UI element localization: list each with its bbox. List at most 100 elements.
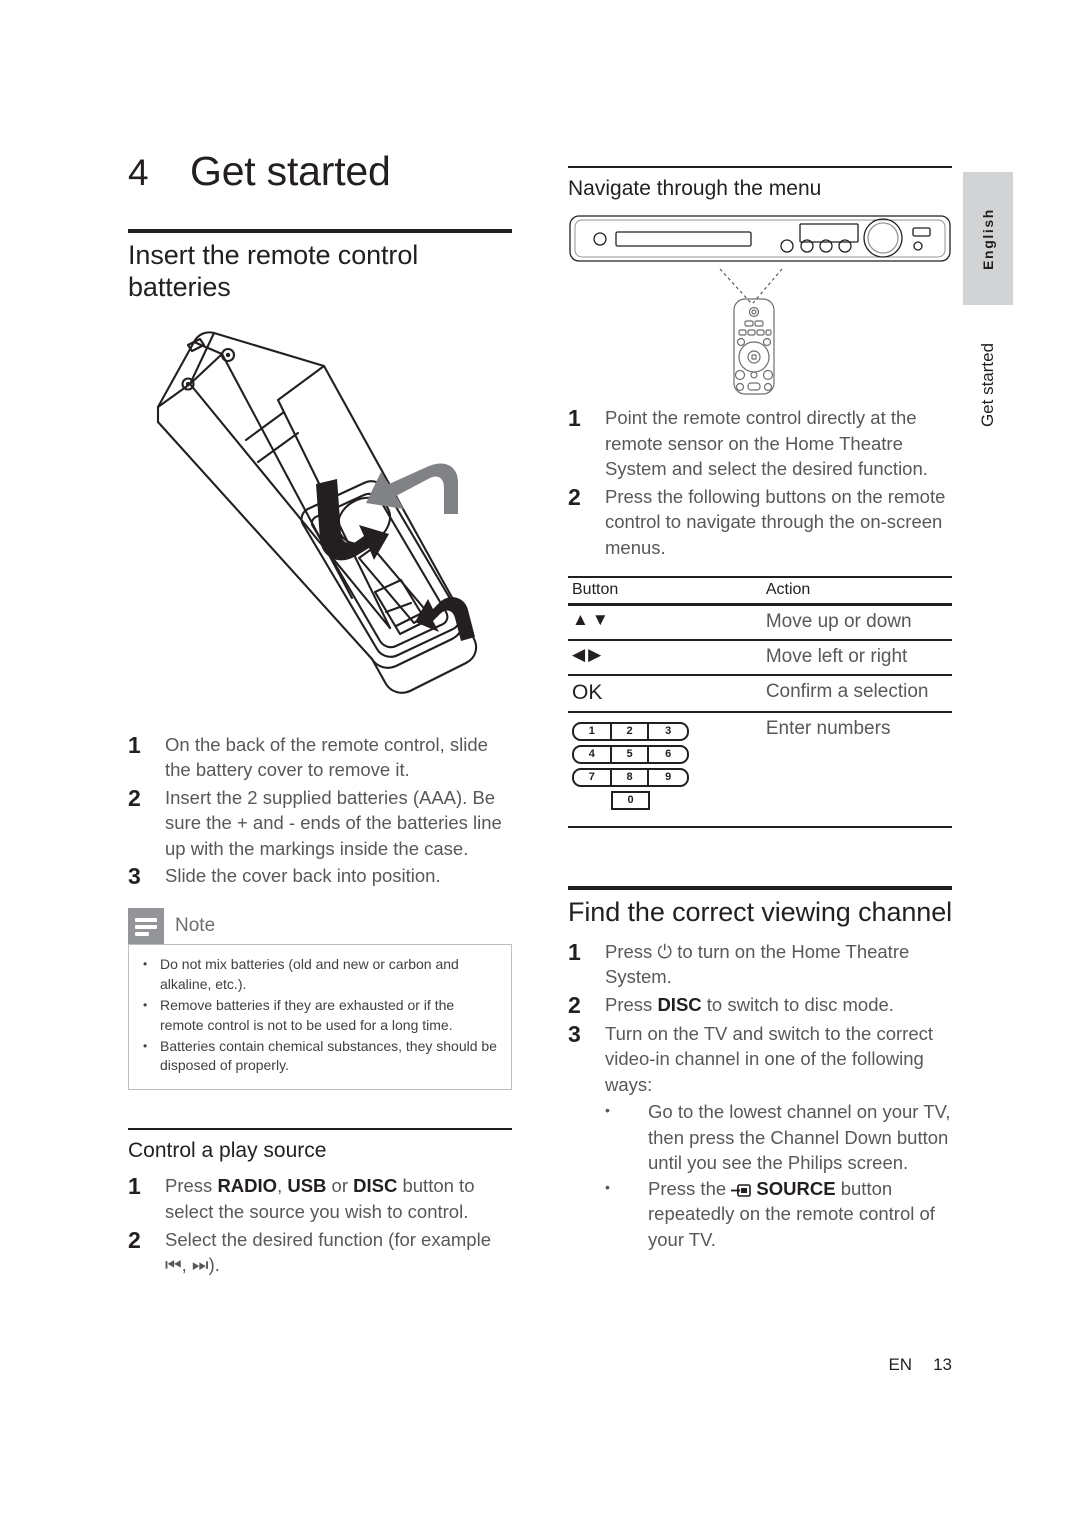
sidebar-section-tab: Get started [963,330,1013,440]
section-heading-viewing-channel: Find the correct viewing channel [568,896,953,927]
step-item: 2 Insert the 2 supplied batteries (AAA).… [128,785,512,862]
step-text: Insert the 2 supplied batteries (AAA). B… [165,786,502,859]
step-number: 1 [128,1173,141,1200]
step-text: On the back of the remote control, slide… [165,733,488,781]
section-heading-batteries: Insert the remote control batteries [128,240,419,302]
step-text: Press DISC to switch to disc mode. [605,993,894,1015]
step-item: 1 Press RADIO, USB or DISC button to sel… [128,1173,512,1224]
step-item: 3 Slide the cover back into position. [128,863,512,890]
table-header-button: Button [568,576,762,607]
subsection-rule [568,166,952,168]
manual-page: 4 Get started Insert the remote control … [0,0,1080,1524]
table-cell-button: ◀▶ [568,639,762,676]
table-row: 1 2 3 4 5 6 7 8 9 0 Enter numbers [568,712,952,816]
step-text: Point the remote control directly at the… [605,407,928,480]
step-text: Select the desired function (for example… [165,1228,491,1276]
bullet-glyph: • [605,1102,610,1119]
navigate-steps: 1 Point the remote control directly at t… [568,405,952,560]
table-row: ▲▼ Move up or down [568,604,952,641]
table-cell-action: Enter numbers [765,717,891,739]
keypad-key: 8 [612,769,650,785]
step-number: 3 [128,863,141,890]
keypad-row: 4 5 6 [572,744,689,764]
note-lines-icon [128,908,164,945]
page-footer: EN 13 [888,1355,952,1375]
source-input-icon [731,1178,752,1197]
table-row: OK Confirm a selection [568,674,952,713]
home-theatre-front-panel-diagram [568,213,952,267]
step-text: Press RADIO, USB or DISC button to selec… [165,1175,475,1222]
step-number: 1 [568,938,581,965]
keypad-key: 6 [665,747,672,760]
step-item: 3 Turn on the TV and switch to the corre… [568,1021,952,1253]
section-rule [568,885,952,890]
sidebar-language-tab: English [963,172,1013,305]
table-cell-button: OK [568,674,762,713]
step-number: 2 [568,483,581,510]
step-number: 1 [568,405,581,432]
note-item-text: Do not mix batteries (old and new or car… [160,956,459,992]
step-item: 1 On the back of the remote control, sli… [128,732,512,783]
step-item: 1 Point the remote control directly at t… [568,405,952,482]
table-header-action: Action [761,576,952,607]
table-cell-button: 1 2 3 4 5 6 7 8 9 0 [568,712,762,816]
button-action-table: Button Action ▲▼ Move up or down ◀▶ Move… [568,576,952,816]
step-number: 1 [128,731,141,758]
battery-steps: 1 On the back of the remote control, sli… [128,732,512,890]
numeric-keypad-icon: 1 2 3 4 5 6 7 8 9 0 [572,721,762,810]
chapter-name: Get started [190,148,391,194]
viewing-channel-steps: 1 Press ⏻ to turn on the Home Theatre Sy… [568,939,952,1252]
bullet-glyph: • [143,997,148,1012]
table-row: ◀▶ Move left or right [568,639,952,676]
table-cell-button: ▲▼ [568,604,762,641]
left-column: 4 Get started Insert the remote control … [128,148,512,1280]
keypad-key: 1 [574,723,612,739]
note-item: • Remove batteries if they are exhausted… [143,996,497,1036]
step-number: 2 [568,991,581,1018]
note-title: Note [175,915,216,937]
table-cell-action: Move left or right [761,639,952,676]
sidebar-language-label: English [980,207,996,270]
sub-bullet-item: • Go to the lowest channel on your TV, t… [605,1099,952,1176]
sub-bullet-item: • Press the SOURCE button repeatedly on … [605,1176,952,1253]
table-cell-action: Move up or down [761,604,952,641]
subsection-rule [128,1128,512,1131]
keypad-row: 1 2 3 [572,721,689,741]
bullet-glyph: • [143,1038,148,1053]
step-text: Press ⏻ to turn on the Home Theatre Syst… [605,940,910,988]
note-item-text: Batteries contain chemical substances, t… [160,1037,497,1074]
note-box: Note • Do not mix batteries (old and new… [128,908,512,1091]
keypad-key: 3 [665,724,672,737]
right-column: Navigate through the menu 1 Point the re… [568,166,952,1254]
step-item: 2 Press DISC to switch to disc mode. [568,992,952,1019]
keypad-key: 2 [612,723,650,739]
step-item: 1 Press ⏻ to turn on the Home Theatre Sy… [568,939,952,990]
note-item: • Do not mix batteries (old and new or c… [143,955,497,995]
note-item: • Batteries contain chemical substances,… [143,1037,497,1077]
step-number: 2 [128,784,141,811]
step-text-lead: Turn on the TV and switch to the correct… [605,1022,934,1095]
step-item: 2 Select the desired function (for examp… [128,1227,512,1278]
subsection-heading-play-source: Control a play source [128,1139,327,1163]
keypad-key: 9 [665,770,672,783]
footer-language-code: EN [888,1355,913,1374]
note-item-text: Remove batteries if they are exhausted o… [160,996,455,1033]
play-source-steps: 1 Press RADIO, USB or DISC button to sel… [128,1173,512,1277]
section-rule [128,229,512,233]
chapter-number: 4 [128,152,149,193]
table-cell-action: Confirm a selection [761,674,952,713]
bullet-glyph: • [605,1178,610,1195]
step-text: Turn on the TV and switch to the correct… [605,1021,952,1253]
subsection-heading-navigate: Navigate through the menu [568,177,822,200]
bullet-glyph: • [143,957,148,972]
chapter-title: 4 Get started [128,148,512,195]
step-sub-bullets: • Go to the lowest channel on your TV, t… [605,1099,952,1252]
keypad-key-zero: 0 [611,790,650,810]
step-item: 2 Press the following buttons on the rem… [568,484,952,561]
remote-control-battery-compartment-diagram [128,312,512,722]
sub-bullet-text: Press the SOURCE button repeatedly on th… [648,1177,935,1250]
note-header: Note [128,908,512,945]
keypad-key: 5 [612,746,650,762]
step-number: 2 [128,1226,141,1253]
keypad-row: 7 8 9 [572,767,689,787]
